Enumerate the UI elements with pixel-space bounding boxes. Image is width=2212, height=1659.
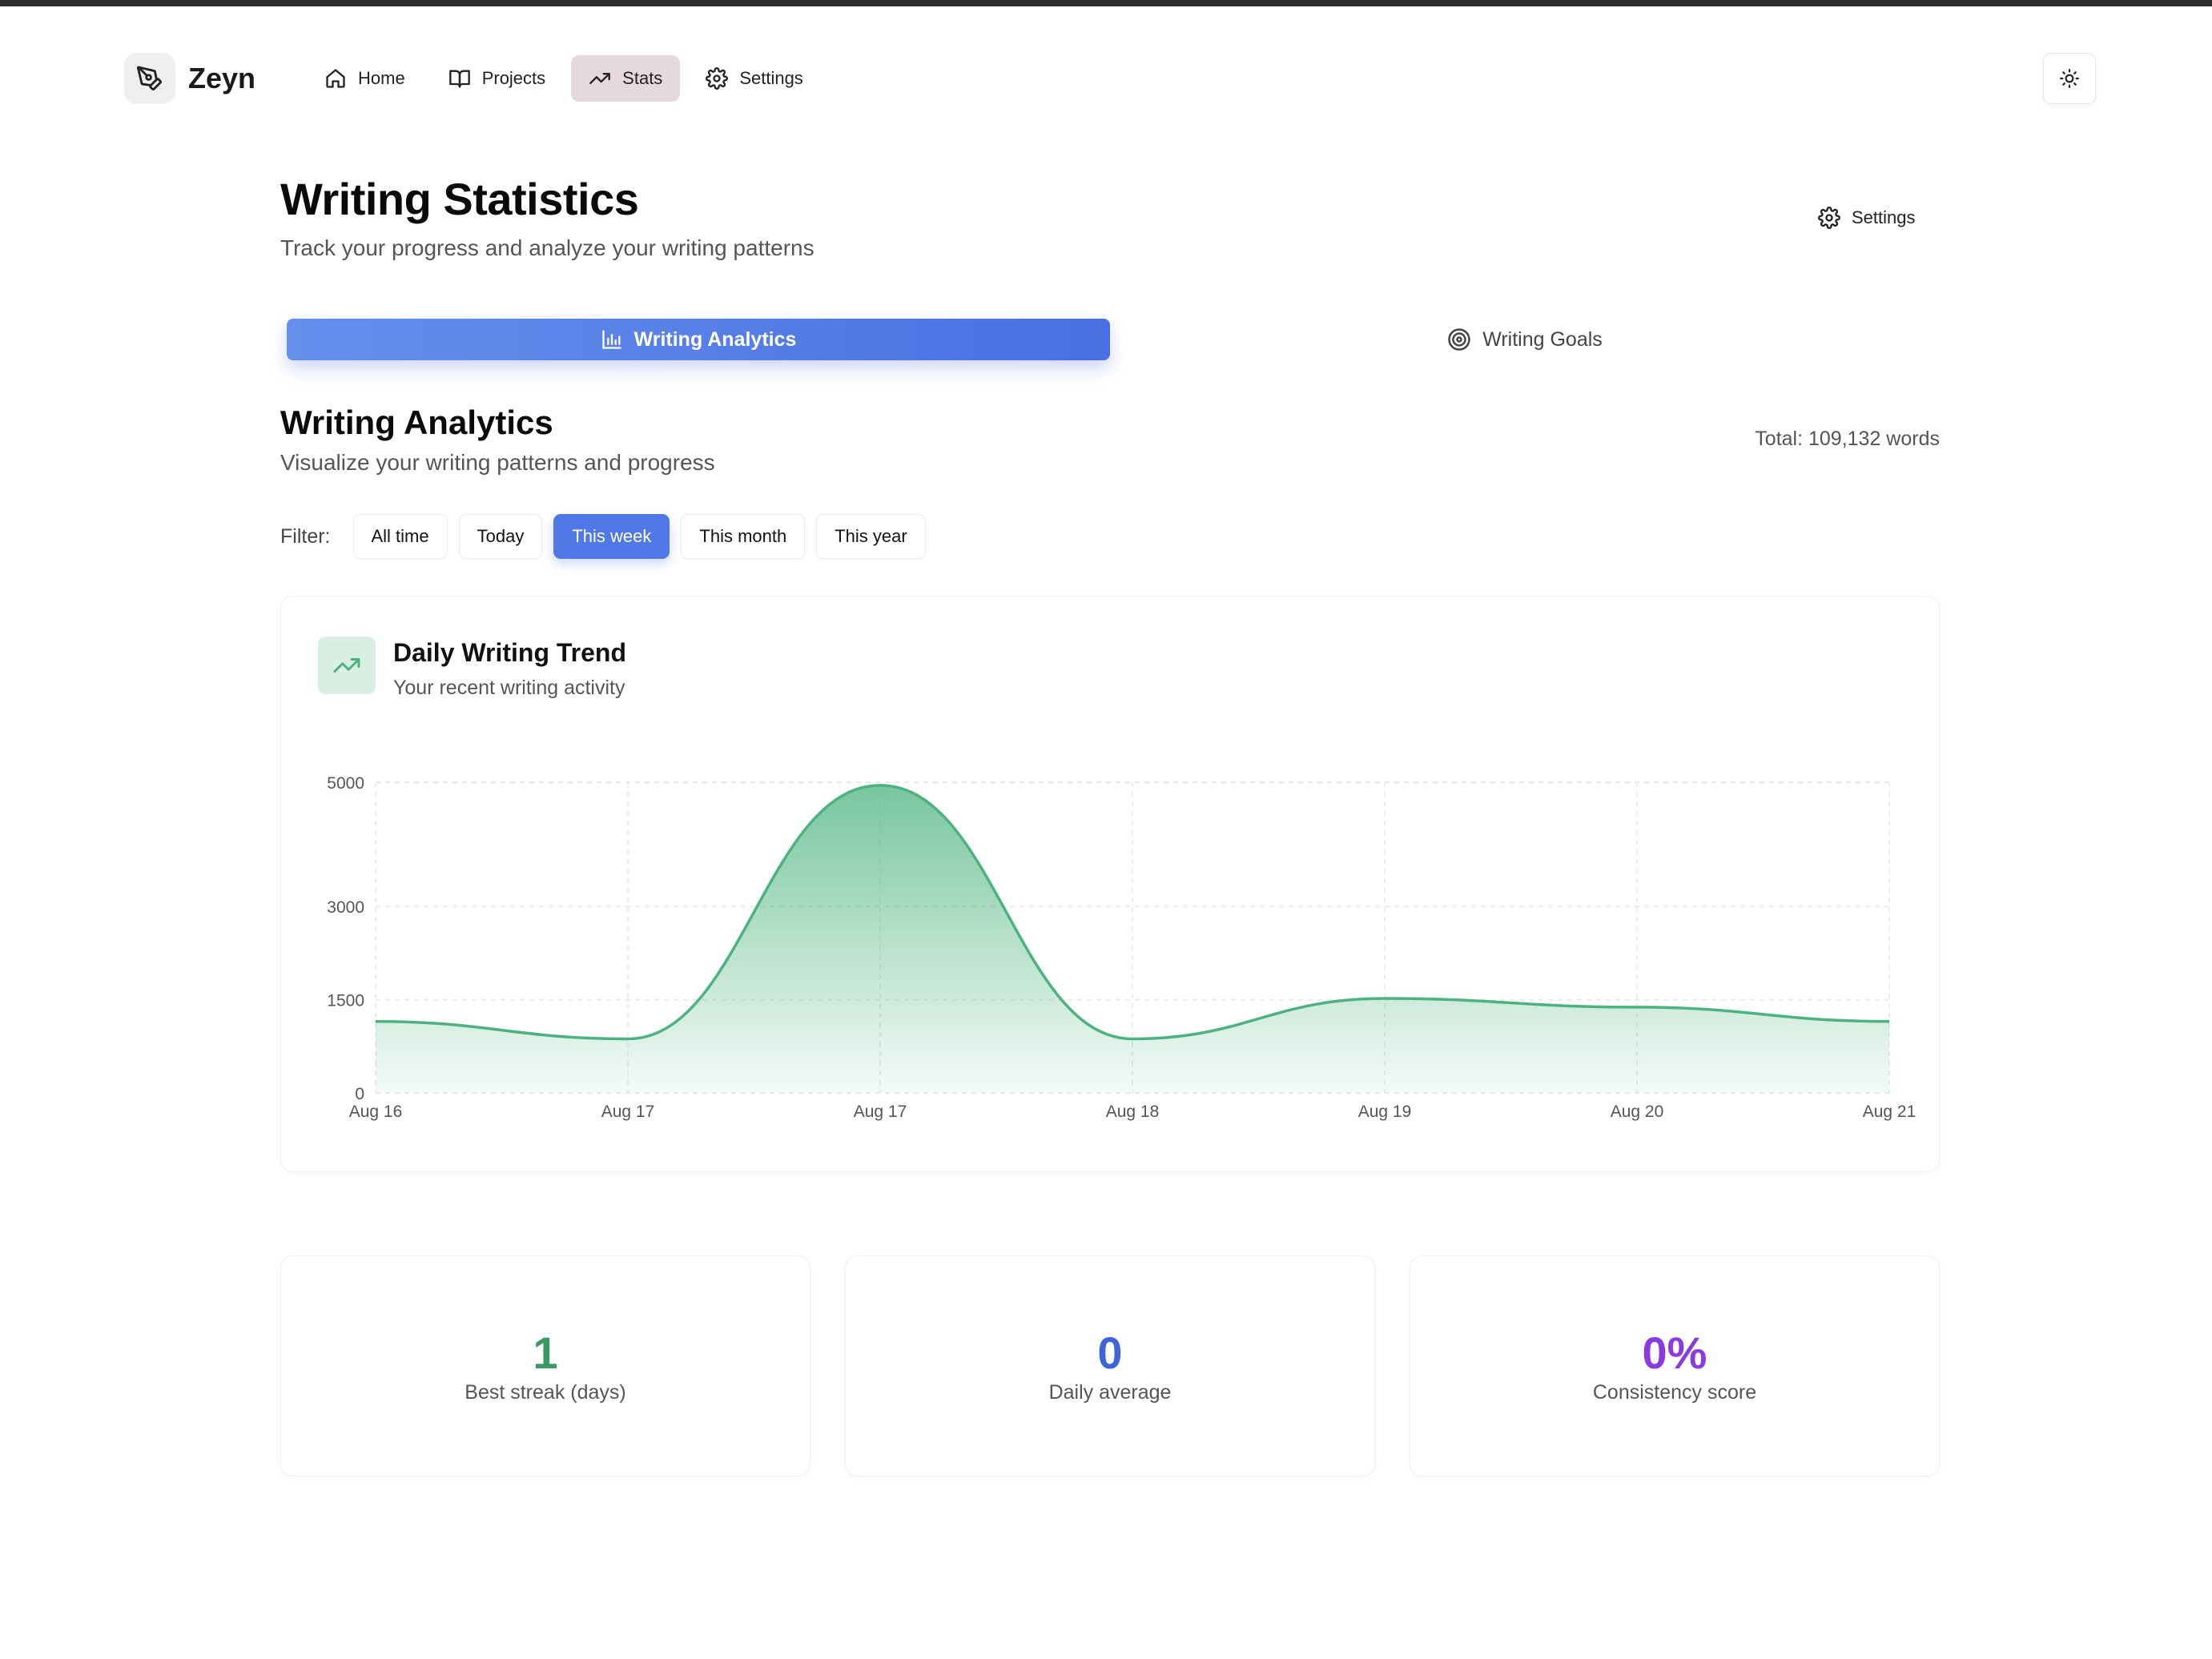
gear-icon [1818,207,1840,229]
y-tick-label: 0 [355,1085,364,1103]
theme-toggle-button[interactable] [2043,53,2096,104]
home-icon [326,69,345,88]
trending-up-icon [589,73,611,85]
tab-label: Writing Analytics [633,327,797,351]
x-tick-label: Aug 19 [1358,1103,1412,1121]
main-nav: Home Projects Stats Settings [307,55,821,102]
data-point [1132,1038,1133,1039]
analytics-title: Writing Analytics [280,404,553,441]
consistency-score-label: Consistency score [1592,1381,1757,1404]
nav-item-projects[interactable]: Projects [431,55,563,102]
settings-label: Settings [1852,207,1916,227]
x-tick-label: Aug 16 [349,1103,403,1121]
filter-this-year-button[interactable]: This year [816,514,926,559]
nav-item-label: Settings [739,68,803,88]
best-streak-card: 1 Best streak (days) [280,1255,810,1476]
y-tick-label: 1500 [327,992,364,1010]
nav-item-label: Projects [481,68,546,88]
tab-label: Writing Goals [1482,327,1603,351]
daily-average-card: 0 Daily average [845,1255,1375,1476]
tab-writing-goals[interactable]: Writing Goals [1110,319,1940,360]
nav-item-label: Home [358,68,405,88]
target-icon [1448,328,1470,351]
x-tick-label: Aug 20 [1611,1103,1664,1121]
nav-item-home[interactable]: Home [307,55,423,102]
app-header: Zeyn Home Projects Stats Settings [124,53,2096,104]
tab-writing-analytics[interactable]: Writing Analytics [287,319,1110,360]
window-top-border [0,0,2212,6]
filter-label: Filter: [280,524,331,548]
daily-writing-trend-card: Daily Writing Trend Your recent writing … [280,596,1940,1172]
best-streak-label: Best streak (days) [465,1381,626,1404]
page-title: Writing Statistics [280,174,639,224]
consistency-score-card: 0% Consistency score [1410,1255,1940,1476]
daily-average-label: Daily average [1048,1381,1172,1404]
x-tick-label: Aug 17 [601,1103,655,1121]
filter-this-week-button[interactable]: This week [553,514,670,559]
nav-item-stats[interactable]: Stats [571,55,681,102]
gear-icon [706,67,729,90]
filter-bar: Filter: All time Today This week This mo… [280,514,926,559]
filter-this-month-button[interactable]: This month [681,514,806,559]
data-point [627,1038,629,1039]
filter-all-time-button[interactable]: All time [352,514,448,559]
total-words: Total: 109,132 words [1755,428,1940,450]
y-tick-label: 5000 [327,774,364,793]
data-point [1888,1021,1890,1022]
app-name: Zeyn [188,62,256,94]
daily-average-value: 0 [1097,1328,1123,1378]
bar-chart-icon [601,330,621,349]
pen-tool-icon [124,53,175,104]
page-subtitle: Track your progress and analyze your wri… [280,235,814,260]
best-streak-value: 1 [533,1328,558,1378]
stats-settings-button[interactable]: Settings [1818,207,1916,229]
book-icon [448,70,470,88]
sun-icon [2060,69,2079,88]
x-tick-label: Aug 18 [1106,1103,1160,1121]
writing-trend-chart[interactable]: 0 1500 3000 5000 Aug 16 Aug 17 Aug 17 Aug 18 Aug… [281,597,1941,1173]
y-tick-label: 3000 [327,898,364,917]
analytics-subtitle: Visualize your writing patterns and prog… [280,450,715,475]
data-point [1636,1006,1638,1008]
consistency-score-value: 0% [1642,1328,1707,1378]
x-tick-label: Aug 21 [1863,1103,1916,1121]
filter-today-button[interactable]: Today [458,514,543,559]
x-tick-label: Aug 17 [854,1103,907,1121]
nav-item-label: Stats [622,68,663,88]
data-point [1384,998,1386,999]
nav-item-settings[interactable]: Settings [688,55,821,102]
app-logo[interactable]: Zeyn [124,53,255,104]
